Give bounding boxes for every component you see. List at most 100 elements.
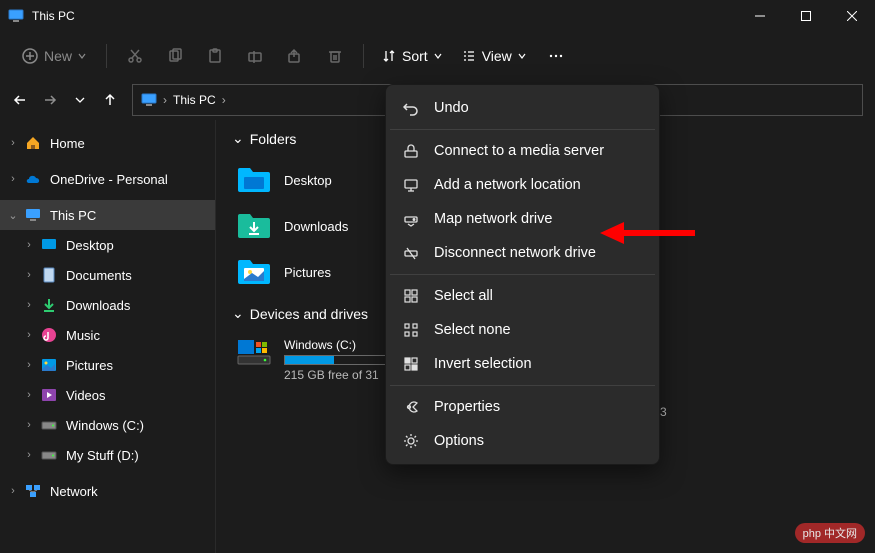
disconnect-drive-icon — [402, 244, 420, 262]
video-icon — [40, 386, 58, 404]
sidebar-item-desktop[interactable]: › Desktop — [0, 230, 215, 260]
chevron-right-icon: › — [222, 93, 226, 107]
more-button[interactable] — [538, 38, 574, 74]
folder-label: Desktop — [284, 173, 332, 188]
sidebar-label: OneDrive - Personal — [50, 172, 168, 187]
chevron-right-icon: › — [22, 239, 36, 251]
section-label: Devices and drives — [250, 306, 368, 322]
menu-label: Select none — [434, 322, 511, 338]
sidebar-label: Home — [50, 136, 85, 151]
chevron-down-icon: ⌄ — [232, 130, 244, 147]
media-server-icon — [402, 142, 420, 160]
sidebar-label: Desktop — [66, 238, 114, 253]
sidebar-label: Windows (C:) — [66, 418, 144, 433]
folder-label: Pictures — [284, 265, 331, 280]
picture-icon — [40, 356, 58, 374]
desktop-icon — [40, 236, 58, 254]
sidebar-label: Downloads — [66, 298, 130, 313]
sidebar-item-thispc[interactable]: ⌄ This PC — [0, 200, 215, 230]
sidebar-label: Network — [50, 484, 98, 499]
document-icon — [40, 266, 58, 284]
drive-icon — [40, 416, 58, 434]
sidebar-item-videos[interactable]: › Videos — [0, 380, 215, 410]
up-button[interactable] — [102, 93, 118, 107]
menu-label: Connect to a media server — [434, 143, 604, 159]
drive-icon — [40, 446, 58, 464]
menu-item-add-network-location[interactable]: Add a network location — [386, 168, 659, 202]
sidebar-item-music[interactable]: › Music — [0, 320, 215, 350]
context-menu: Undo Connect to a media server Add a net… — [385, 84, 660, 465]
view-button[interactable]: View — [454, 44, 534, 68]
menu-label: Select all — [434, 288, 493, 304]
sidebar-item-home[interactable]: › Home — [0, 128, 215, 158]
menu-label: Disconnect network drive — [434, 245, 596, 261]
annotation-arrow — [600, 218, 700, 248]
folder-icon — [236, 165, 272, 195]
separator — [390, 385, 655, 386]
maximize-button[interactable] — [783, 0, 829, 32]
pc-icon — [24, 206, 42, 224]
drive-extra-text: 3 — [660, 405, 667, 419]
menu-label: Properties — [434, 399, 500, 415]
recent-button[interactable] — [72, 95, 88, 105]
menu-item-select-all[interactable]: Select all — [386, 279, 659, 313]
undo-icon — [402, 99, 420, 117]
cut-icon[interactable] — [117, 38, 153, 74]
menu-item-properties[interactable]: Properties — [386, 390, 659, 424]
sidebar-label: Pictures — [66, 358, 113, 373]
separator — [390, 129, 655, 130]
network-location-icon — [402, 176, 420, 194]
share-icon[interactable] — [277, 38, 313, 74]
map-drive-icon — [402, 210, 420, 228]
sidebar-item-onedrive[interactable]: › OneDrive - Personal — [0, 164, 215, 194]
music-icon — [40, 326, 58, 344]
select-all-icon — [402, 287, 420, 305]
sidebar-item-documents[interactable]: › Documents — [0, 260, 215, 290]
chevron-right-icon: › — [22, 419, 36, 431]
titlebar: This PC — [0, 0, 875, 32]
sort-button[interactable]: Sort — [374, 44, 450, 68]
window-title: This PC — [32, 9, 75, 23]
menu-item-invert-selection[interactable]: Invert selection — [386, 347, 659, 381]
close-button[interactable] — [829, 0, 875, 32]
menu-item-undo[interactable]: Undo — [386, 91, 659, 125]
menu-item-select-none[interactable]: Select none — [386, 313, 659, 347]
watermark: php 中文网 — [795, 523, 865, 543]
sidebar-item-downloads[interactable]: › Downloads — [0, 290, 215, 320]
minimize-button[interactable] — [737, 0, 783, 32]
delete-icon[interactable] — [317, 38, 353, 74]
sidebar-item-mystuff-d[interactable]: › My Stuff (D:) — [0, 440, 215, 470]
chevron-right-icon: › — [22, 329, 36, 341]
separator — [106, 44, 107, 68]
folder-label: Downloads — [284, 219, 348, 234]
gear-icon — [402, 432, 420, 450]
breadcrumb-location[interactable]: This PC — [173, 93, 216, 107]
pc-icon — [141, 93, 157, 107]
new-button[interactable]: New — [12, 42, 96, 70]
menu-item-connect-media[interactable]: Connect to a media server — [386, 134, 659, 168]
copy-icon[interactable] — [157, 38, 193, 74]
window-controls — [737, 0, 875, 32]
forward-button[interactable] — [42, 93, 58, 107]
view-label: View — [482, 48, 512, 64]
rename-icon[interactable] — [237, 38, 273, 74]
section-label: Folders — [250, 131, 297, 147]
menu-item-options[interactable]: Options — [386, 424, 659, 458]
select-none-icon — [402, 321, 420, 339]
sidebar-item-windows-c[interactable]: › Windows (C:) — [0, 410, 215, 440]
menu-label: Options — [434, 433, 484, 449]
sidebar-label: This PC — [50, 208, 96, 223]
chevron-right-icon: › — [22, 389, 36, 401]
chevron-right-icon: › — [22, 359, 36, 371]
network-icon — [24, 482, 42, 500]
chevron-right-icon: › — [6, 173, 20, 185]
sidebar-item-pictures[interactable]: › Pictures — [0, 350, 215, 380]
paste-icon[interactable] — [197, 38, 233, 74]
back-button[interactable] — [12, 93, 28, 107]
folder-icon — [236, 211, 272, 241]
chevron-right-icon: › — [22, 269, 36, 281]
drive-icon — [236, 338, 272, 366]
new-label: New — [44, 48, 72, 64]
toolbar: New Sort View — [0, 32, 875, 80]
sidebar-item-network[interactable]: › Network — [0, 476, 215, 506]
